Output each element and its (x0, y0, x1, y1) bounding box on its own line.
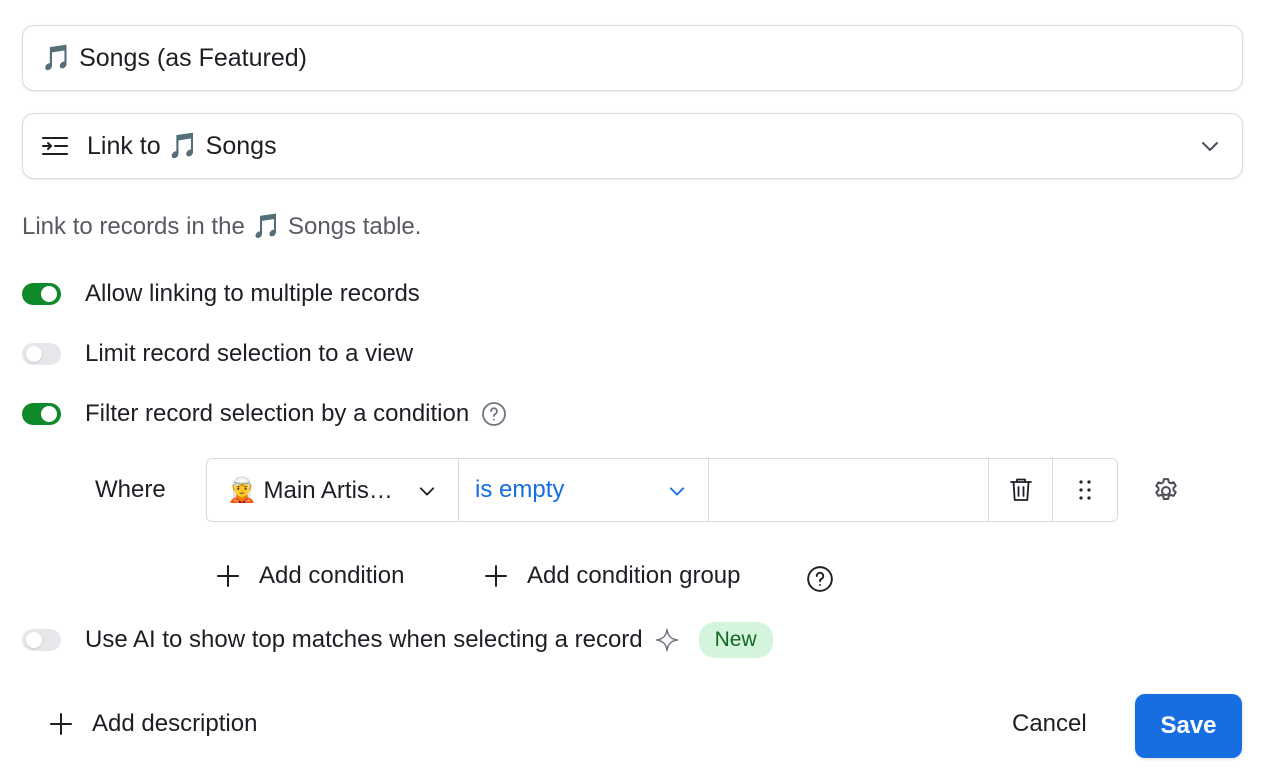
plus-icon (485, 565, 507, 587)
add-condition-group-button[interactable]: Add condition group (485, 562, 741, 590)
field-name-value: 🎵 Songs (as Featured) (41, 43, 307, 72)
condition-field-label: 🧝 Main Artis… (227, 476, 393, 504)
condition-operator-label: is empty (475, 476, 565, 503)
option-label: Allow linking to multiple records (85, 280, 420, 307)
trash-icon (1009, 478, 1032, 501)
option-ai-matches: Use AI to show top matches when selectin… (22, 622, 773, 658)
option-label: Filter record selection by a condition (85, 400, 470, 427)
option-filter-condition: Filter record selection by a condition (22, 400, 507, 428)
delete-condition-button[interactable] (988, 459, 1052, 521)
drag-handle[interactable] (1052, 459, 1117, 521)
option-label: Limit record selection to a view (85, 340, 414, 367)
ai-matches-toggle[interactable] (22, 629, 61, 651)
add-description-label: Add description (92, 710, 258, 737)
help-icon[interactable] (481, 401, 507, 427)
chevron-down-icon (1202, 142, 1218, 151)
drag-handle-icon (1079, 480, 1091, 500)
multiple-records-toggle[interactable] (22, 283, 61, 305)
filter-condition-toggle[interactable] (22, 403, 61, 425)
condition-value-input[interactable] (708, 459, 988, 521)
condition-operator-select[interactable]: is empty (458, 459, 708, 521)
condition-row: 🧝 Main Artis… is empty (206, 458, 1118, 522)
field-type-label: Link to 🎵 Songs (87, 131, 277, 160)
cancel-button[interactable]: Cancel (1012, 710, 1087, 738)
limit-view-toggle[interactable] (22, 343, 61, 365)
where-label: Where (95, 476, 166, 503)
add-description-button[interactable]: Add description (50, 710, 257, 738)
plus-icon (217, 565, 239, 587)
field-type-select[interactable]: Link to 🎵 Songs (22, 113, 1243, 179)
link-field-icon (42, 137, 68, 155)
chevron-down-icon (669, 487, 685, 496)
option-label: Use AI to show top matches when selectin… (85, 626, 643, 653)
condition-field-select[interactable]: 🧝 Main Artis… (207, 459, 458, 521)
add-condition-button[interactable]: Add condition (217, 562, 404, 590)
save-button[interactable]: Save (1135, 694, 1242, 758)
add-condition-label: Add condition (259, 562, 405, 589)
gear-icon[interactable] (1151, 476, 1181, 506)
field-type-description: Link to records in the 🎵 Songs table. (22, 213, 422, 240)
chevron-down-icon (419, 487, 435, 496)
field-name-input[interactable]: 🎵 Songs (as Featured) (22, 25, 1243, 91)
option-limit-view: Limit record selection to a view (22, 340, 413, 368)
sparkle-icon (655, 628, 678, 652)
plus-icon (50, 713, 72, 735)
new-badge: New (698, 622, 773, 658)
option-multiple-records: Allow linking to multiple records (22, 280, 420, 308)
help-icon[interactable] (806, 565, 834, 593)
add-condition-group-label: Add condition group (527, 562, 741, 589)
